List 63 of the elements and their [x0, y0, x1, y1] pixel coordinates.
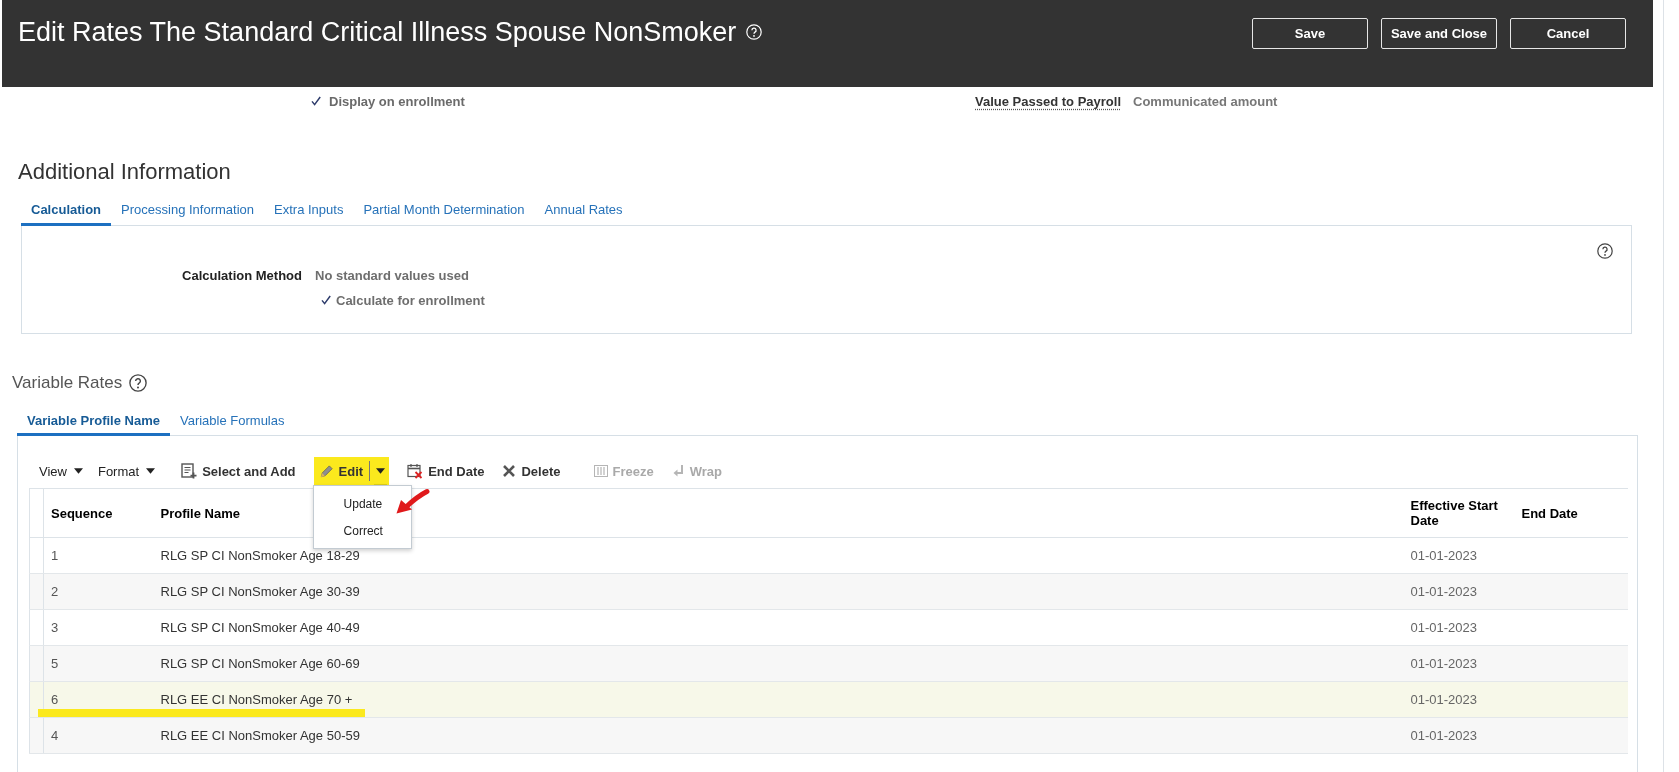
- table-row[interactable]: 3 RLG SP CI NonSmoker Age 40-49 01-01-2023: [29, 609, 1628, 646]
- section-heading: Variable Rates: [12, 373, 123, 393]
- table-row[interactable]: 6 RLG EE CI NonSmoker Age 70 + 01-01-2023: [29, 681, 1628, 718]
- help-icon[interactable]: [129, 374, 148, 392]
- caret-icon: [73, 468, 83, 474]
- table-cell: RLG SP CI NonSmoker Age 60-69: [153, 645, 1404, 682]
- save-button[interactable]: Save: [1252, 18, 1368, 49]
- calendar-x-icon: [407, 463, 424, 479]
- list-add-icon: [181, 463, 198, 479]
- table-cell: RLG SP CI NonSmoker Age 30-39: [153, 573, 1404, 610]
- toolbar-button[interactable]: Select and Add: [181, 457, 296, 485]
- field-value: Communicated amount: [1133, 93, 1278, 109]
- toolbar-button[interactable]: Edit: [318, 457, 364, 485]
- table-row[interactable]: 4 RLG EE CI NonSmoker Age 50-59 01-01-2023: [29, 717, 1628, 754]
- menu-button[interactable]: View: [39, 457, 83, 485]
- caret-icon: [146, 468, 156, 474]
- table-cell: RLG SP CI NonSmoker Age 40-49: [153, 609, 1404, 646]
- column-header[interactable]: End Date: [1514, 488, 1628, 538]
- caret-icon: [376, 468, 386, 474]
- tab[interactable]: Annual Rates: [534, 192, 633, 226]
- menu-item[interactable]: Update: [313, 490, 391, 517]
- column-header[interactable]: Sequence: [43, 488, 154, 538]
- page-title: Edit Rates The Standard Critical Illness Spouse NonSmoker: [18, 16, 737, 49]
- table-cell: RLG EE CI NonSmoker Age 70 +: [153, 681, 1404, 718]
- tab[interactable]: Extra Inputs: [264, 192, 354, 226]
- menu-button[interactable]: Format: [97, 457, 156, 485]
- tab[interactable]: Calculation: [21, 192, 112, 226]
- toolbar-button[interactable]: Delete: [502, 457, 561, 485]
- column-header[interactable]: Effective Start Date: [1403, 488, 1515, 538]
- field-value: Calculate for enrollment: [336, 292, 485, 308]
- table-row[interactable]: 2 RLG SP CI NonSmoker Age 30-39 01-01-2023: [29, 573, 1628, 610]
- table-cell: 01-01-2023: [1403, 537, 1515, 574]
- table-cell: RLG EE CI NonSmoker Age 50-59: [153, 717, 1404, 754]
- table-cell: 1: [43, 537, 154, 574]
- cancel-button[interactable]: Cancel: [1510, 18, 1626, 49]
- field-label: Display on enrollment: [329, 93, 465, 109]
- tab[interactable]: Partial Month Determination: [353, 192, 535, 226]
- table-cell: 01-01-2023: [1403, 681, 1515, 718]
- table-cell: RLG SP CI NonSmoker Age 18-29: [153, 537, 1404, 574]
- table-cell: 01-01-2023: [1403, 645, 1515, 682]
- table-cell: 4: [43, 717, 154, 754]
- tab[interactable]: Variable Formulas: [169, 404, 295, 436]
- section-heading: Additional Information: [18, 158, 232, 186]
- return-arrow-icon: [672, 464, 685, 478]
- table-cell: 01-01-2023: [1403, 573, 1515, 610]
- field-value: No standard values used: [315, 267, 469, 283]
- field-label: Value Passed to Payroll: [975, 93, 1121, 109]
- tab[interactable]: Processing Information: [111, 192, 265, 226]
- table-row[interactable]: 5 RLG SP CI NonSmoker Age 60-69 01-01-2023: [29, 645, 1628, 682]
- table-cell: 2: [43, 573, 154, 610]
- table-cell: 3: [43, 609, 154, 646]
- save-and-close-button[interactable]: Save and Close: [1381, 18, 1497, 49]
- columns-icon: [593, 464, 608, 478]
- pencil-icon: [318, 463, 334, 479]
- cross-icon: [502, 464, 517, 478]
- table-row[interactable]: 1 RLG SP CI NonSmoker Age 18-29 01-01-2023: [29, 537, 1628, 574]
- table-cell: 01-01-2023: [1403, 717, 1515, 754]
- field-label: Calculation Method: [181, 267, 302, 283]
- table-cell: 01-01-2023: [1403, 609, 1515, 646]
- help-icon[interactable]: [1597, 243, 1613, 259]
- toolbar-button[interactable]: End Date: [407, 457, 485, 485]
- table-cell: 5: [43, 645, 154, 682]
- tab[interactable]: Variable Profile Name: [17, 404, 170, 436]
